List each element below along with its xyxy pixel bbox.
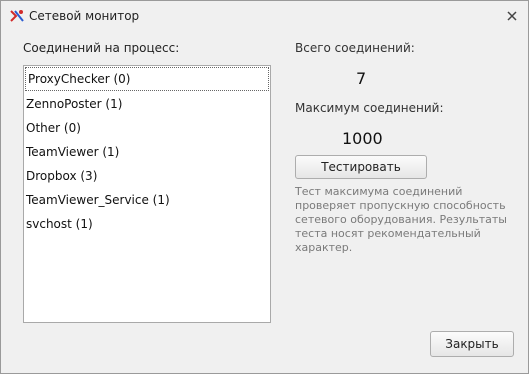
- list-item[interactable]: ZennoPoster (1): [24, 92, 270, 116]
- list-item[interactable]: Other (0): [24, 116, 270, 140]
- window-title: Сетевой монитор: [29, 9, 140, 23]
- test-button[interactable]: Тестировать: [295, 155, 427, 179]
- max-connections-label: Максимум соединений:: [295, 101, 444, 115]
- close-icon[interactable]: [504, 8, 520, 24]
- network-monitor-window: Сетевой монитор Соединений на процесс: P…: [0, 0, 529, 374]
- process-listbox[interactable]: ProxyChecker (0) ZennoPoster (1) Other (…: [23, 65, 271, 323]
- test-note: Тест максимума соединений проверяет проп…: [295, 185, 507, 254]
- connections-per-process-label: Соединений на процесс:: [23, 41, 180, 55]
- list-item[interactable]: TeamViewer (1): [24, 140, 270, 164]
- list-item[interactable]: ProxyChecker (0): [25, 67, 269, 91]
- close-button[interactable]: Закрыть: [430, 331, 514, 357]
- list-item[interactable]: svchost (1): [24, 212, 270, 236]
- total-connections-label: Всего соединений:: [295, 41, 415, 55]
- title-bar: Сетевой монитор: [1, 1, 528, 31]
- list-item[interactable]: Dropbox (3): [24, 164, 270, 188]
- list-item[interactable]: TeamViewer_Service (1): [24, 188, 270, 212]
- dialog-content: Соединений на процесс: ProxyChecker (0) …: [9, 31, 520, 365]
- max-connections-value: 1000: [342, 129, 383, 148]
- total-connections-value: 7: [356, 69, 367, 88]
- network-monitor-icon: [9, 8, 25, 24]
